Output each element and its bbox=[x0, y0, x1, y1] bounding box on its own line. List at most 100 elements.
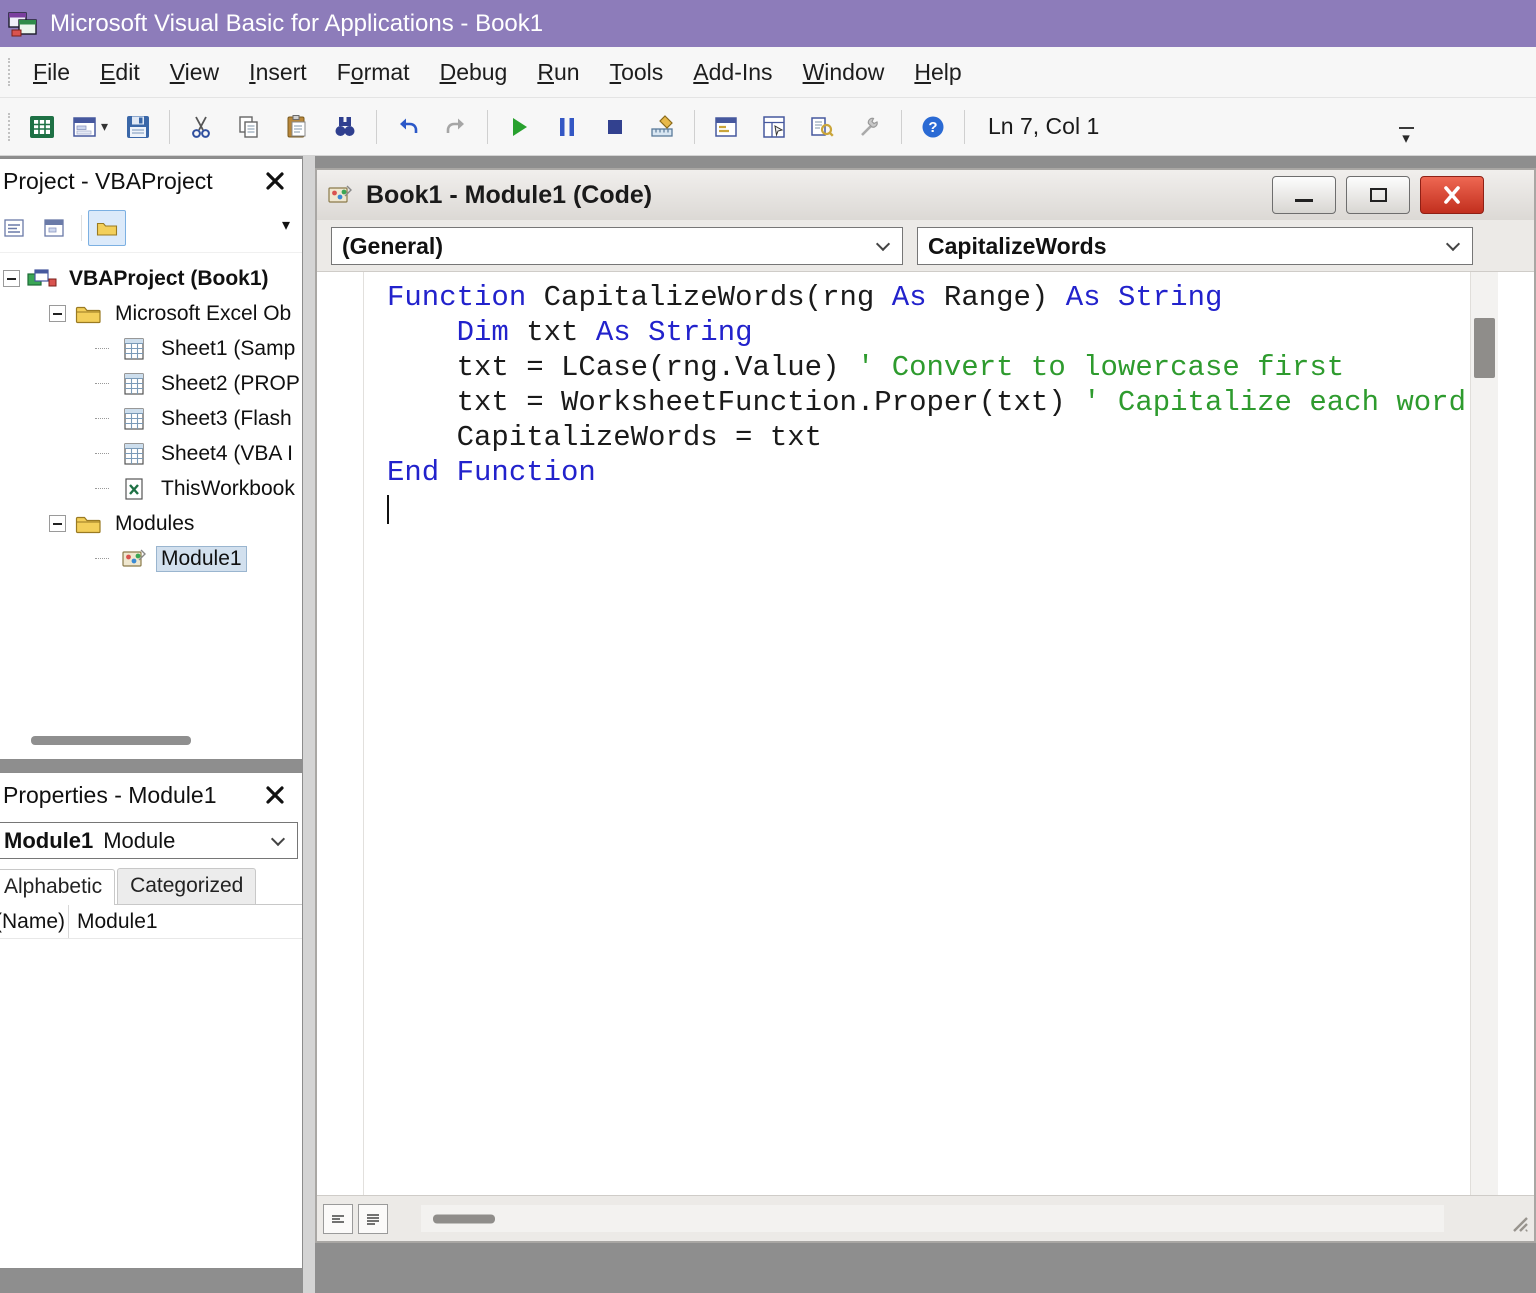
window-controls bbox=[1272, 176, 1484, 214]
tree-item-thisworkbook[interactable]: ThisWorkbook bbox=[0, 471, 302, 506]
property-row[interactable]: (Name)Module1 bbox=[0, 905, 302, 939]
project-hscroll-thumb[interactable] bbox=[31, 736, 191, 745]
toolbar-separator bbox=[901, 110, 902, 144]
run-icon[interactable] bbox=[497, 105, 541, 149]
insert-userform-icon[interactable]: ▾ bbox=[68, 105, 112, 149]
procedure-dropdown[interactable]: CapitalizeWords bbox=[917, 227, 1473, 265]
property-value[interactable]: Module1 bbox=[69, 910, 158, 934]
caret-position-indicator: Ln 7, Col 1 bbox=[988, 113, 1099, 140]
tree-item-sheet2-prop[interactable]: Sheet2 (PROP bbox=[0, 366, 302, 401]
menu-items: FileEditViewInsertFormatDebugRunToolsAdd… bbox=[18, 50, 977, 95]
toolbar-separator bbox=[169, 110, 170, 144]
worksheet-icon bbox=[119, 407, 149, 431]
undo-icon[interactable] bbox=[386, 105, 430, 149]
code-line[interactable]: Dim txt As String bbox=[387, 315, 1534, 350]
vertical-scrollbar-thumb[interactable] bbox=[1474, 318, 1495, 378]
tab-categorized[interactable]: Categorized bbox=[117, 868, 256, 904]
tree-item-vbaproject-book1[interactable]: VBAProject (Book1) bbox=[0, 261, 302, 296]
close-icon[interactable] bbox=[256, 163, 294, 199]
menu-file[interactable]: File bbox=[18, 50, 85, 95]
reset-icon[interactable] bbox=[593, 105, 637, 149]
collapse-icon[interactable] bbox=[49, 515, 66, 532]
break-icon[interactable] bbox=[545, 105, 589, 149]
copy-icon[interactable] bbox=[227, 105, 271, 149]
paste-icon[interactable] bbox=[275, 105, 319, 149]
vba-editor-window: Microsoft Visual Basic for Applications … bbox=[0, 0, 1536, 1293]
procedure-view-button[interactable] bbox=[323, 1204, 353, 1234]
scroll-down-icon[interactable]: ▾ bbox=[282, 215, 290, 235]
toggle-folders-button[interactable] bbox=[88, 210, 126, 246]
redo-icon[interactable] bbox=[434, 105, 478, 149]
menubar-grip[interactable] bbox=[8, 58, 10, 86]
save-icon[interactable] bbox=[116, 105, 160, 149]
find-icon[interactable] bbox=[323, 105, 367, 149]
code-window: Book1 - Module1 (Code) (General) Capital… bbox=[315, 168, 1536, 1243]
text-caret bbox=[387, 495, 389, 524]
code-line[interactable]: End Function bbox=[387, 455, 1534, 490]
tree-item-modules[interactable]: Modules bbox=[0, 506, 302, 541]
code-line[interactable]: Function CapitalizeWords(rng As Range) A… bbox=[387, 280, 1534, 315]
tree-item-sheet1-samp[interactable]: Sheet1 (Samp bbox=[0, 331, 302, 366]
view-code-button[interactable] bbox=[0, 210, 33, 246]
menu-help[interactable]: Help bbox=[899, 50, 976, 95]
dock-splitter[interactable] bbox=[303, 156, 315, 1293]
resize-grip[interactable] bbox=[1506, 1210, 1530, 1239]
help-icon[interactable]: ? bbox=[911, 105, 955, 149]
toolbox-icon[interactable] bbox=[848, 105, 892, 149]
code-line[interactable]: txt = WorksheetFunction.Proper(txt) ' Ca… bbox=[387, 385, 1534, 420]
menu-tools[interactable]: Tools bbox=[595, 50, 679, 95]
object-selector-dropdown[interactable]: Module1 Module bbox=[0, 822, 298, 859]
full-module-view-button[interactable] bbox=[358, 1204, 388, 1234]
code-editor[interactable]: Function CapitalizeWords(rng As Range) A… bbox=[387, 280, 1534, 525]
close-icon[interactable] bbox=[256, 777, 294, 813]
tree-item-sheet4-vba-i[interactable]: Sheet4 (VBA I bbox=[0, 436, 302, 471]
folder-icon bbox=[73, 303, 103, 325]
code-line[interactable]: txt = LCase(rng.Value) ' Convert to lowe… bbox=[387, 350, 1534, 385]
cut-icon[interactable] bbox=[179, 105, 223, 149]
maximize-button[interactable] bbox=[1346, 176, 1410, 214]
design-mode-icon[interactable] bbox=[641, 105, 685, 149]
menu-run[interactable]: Run bbox=[522, 50, 594, 95]
close-button[interactable] bbox=[1420, 176, 1484, 214]
collapse-icon[interactable] bbox=[49, 305, 66, 322]
toolbar-buttons: ▾? bbox=[18, 105, 957, 149]
code-window-titlebar[interactable]: Book1 - Module1 (Code) bbox=[317, 170, 1534, 220]
toolbar-separator bbox=[964, 110, 965, 144]
tree-connector bbox=[95, 348, 109, 349]
toolbar-grip[interactable] bbox=[8, 113, 10, 141]
properties-window-icon[interactable] bbox=[752, 105, 796, 149]
toolbar-separator bbox=[487, 110, 488, 144]
horizontal-scrollbar[interactable] bbox=[421, 1205, 1444, 1232]
tree-item-microsoft-excel-ob[interactable]: Microsoft Excel Ob bbox=[0, 296, 302, 331]
menu-view[interactable]: View bbox=[155, 50, 234, 95]
vertical-scrollbar[interactable] bbox=[1470, 272, 1498, 1195]
project-explorer-icon[interactable] bbox=[704, 105, 748, 149]
minimize-button[interactable] bbox=[1272, 176, 1336, 214]
toolbar-overflow-button[interactable]: ▾ bbox=[1392, 106, 1420, 150]
tree-connector bbox=[95, 558, 109, 559]
menu-edit[interactable]: Edit bbox=[85, 50, 155, 95]
tree-item-sheet3-flash[interactable]: Sheet3 (Flash bbox=[0, 401, 302, 436]
menu-window[interactable]: Window bbox=[788, 50, 900, 95]
object-dropdown-value: (General) bbox=[342, 233, 443, 260]
view-object-button[interactable] bbox=[35, 210, 73, 246]
menu-add-ins[interactable]: Add-Ins bbox=[678, 50, 787, 95]
menubar: FileEditViewInsertFormatDebugRunToolsAdd… bbox=[0, 47, 1536, 98]
tab-alphabetic[interactable]: Alphabetic bbox=[0, 869, 115, 905]
menu-debug[interactable]: Debug bbox=[425, 50, 523, 95]
margin-indicator-bar[interactable] bbox=[317, 272, 364, 1195]
tree-item-module1[interactable]: Module1 bbox=[0, 541, 302, 576]
menu-insert[interactable]: Insert bbox=[234, 50, 322, 95]
horizontal-scrollbar-thumb[interactable] bbox=[433, 1214, 495, 1223]
menu-format[interactable]: Format bbox=[322, 50, 425, 95]
minimize-icon bbox=[1295, 199, 1313, 202]
object-dropdown[interactable]: (General) bbox=[331, 227, 903, 265]
collapse-icon[interactable] bbox=[3, 270, 20, 287]
object-browser-icon[interactable] bbox=[800, 105, 844, 149]
app-titlebar[interactable]: Microsoft Visual Basic for Applications … bbox=[0, 0, 1536, 47]
code-line[interactable]: CapitalizeWords = txt bbox=[387, 420, 1534, 455]
code-line[interactable] bbox=[387, 490, 1534, 525]
view-excel-icon[interactable] bbox=[20, 105, 64, 149]
tree-label: ThisWorkbook bbox=[156, 476, 300, 502]
code-window-title: Book1 - Module1 (Code) bbox=[366, 181, 1272, 210]
